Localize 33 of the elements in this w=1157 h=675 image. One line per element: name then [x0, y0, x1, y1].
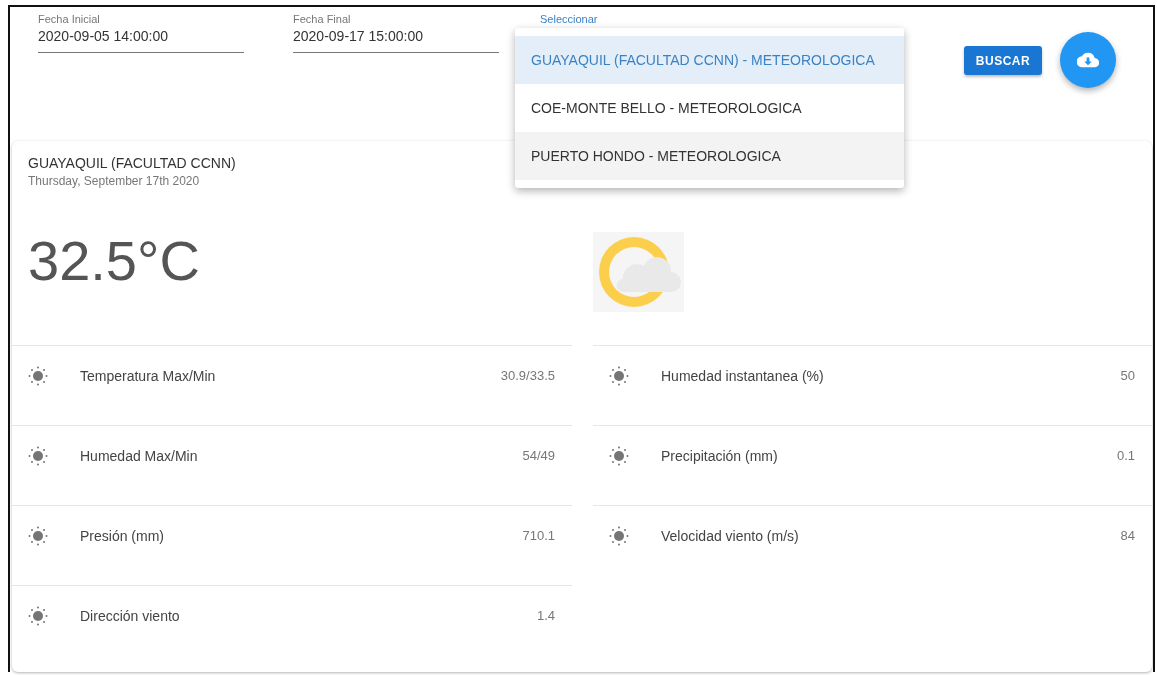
reading-label: Presión (mm) — [80, 528, 165, 544]
dropdown-option[interactable]: COE-MONTE BELLO - METEOROLOGICA — [515, 84, 904, 132]
sun-icon — [28, 606, 48, 626]
sun-icon — [609, 526, 629, 546]
reading-label: Velocidad viento (m/s) — [661, 528, 800, 544]
reading-label: Humedad instantanea (%) — [661, 368, 825, 384]
reading-value: 84 — [1120, 528, 1135, 543]
date-field[interactable]: Fecha Final 2020-09-17 15:00:00 — [293, 13, 499, 53]
partly-cloudy-icon — [593, 232, 684, 312]
reading-label: Precipitación (mm) — [661, 448, 779, 464]
dropdown-option[interactable]: PUERTO HONDO - METEOROLOGICA — [515, 132, 904, 180]
dropdown-option[interactable]: GUAYAQUIL (FACULTAD CCNN) - METEOROLOGICA — [515, 36, 904, 84]
date-field[interactable]: Fecha Inicial 2020-09-05 14:00:00 — [38, 13, 244, 53]
search-button[interactable]: BUSCAR — [964, 46, 1042, 75]
reading-value: 710.1 — [522, 528, 555, 543]
sun-icon — [28, 446, 48, 466]
reading-value: 30.9/33.5 — [500, 368, 555, 383]
temperature: 32.5°C — [28, 228, 200, 293]
station-date: Thursday, September 17th 2020 — [28, 174, 201, 188]
sun-icon — [609, 446, 629, 466]
reading-value: 1.4 — [536, 608, 555, 623]
download-button[interactable] — [1060, 32, 1116, 88]
reading-value: 0.1 — [1116, 448, 1135, 463]
sun-icon — [28, 526, 48, 546]
reading-label: Dirección viento — [80, 608, 181, 624]
reading-value: 50 — [1120, 368, 1135, 383]
sun-icon — [609, 366, 629, 386]
reading-value: 54/49 — [522, 448, 555, 463]
sun-icon — [28, 366, 48, 386]
reading-label: Humedad Max/Min — [80, 448, 199, 464]
select-label: Seleccionar — [540, 13, 599, 25]
cloud-download-icon — [1077, 52, 1099, 68]
reading-label: Temperatura Max/Min — [80, 368, 217, 384]
